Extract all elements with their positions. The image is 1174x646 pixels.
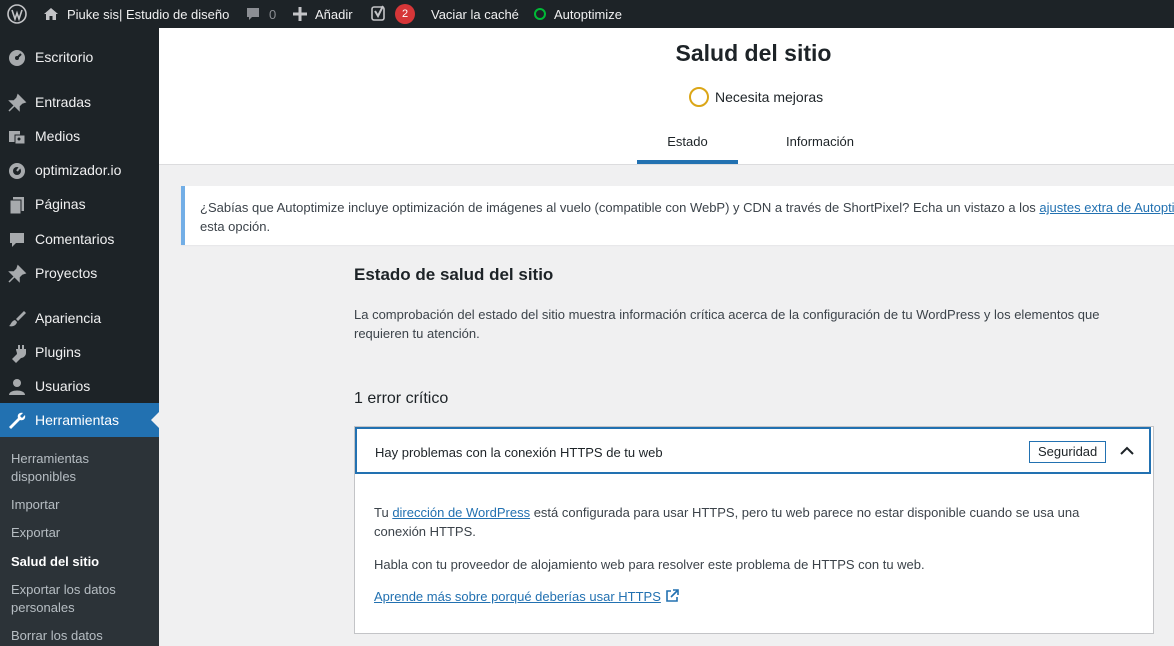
gauge-icon [7,161,27,181]
issue-paragraph-3: Aprende más sobre porqué deberías usar H… [374,587,1114,608]
tab-label: Estado [667,134,708,149]
sidebar-item-entradas[interactable]: Entradas [0,85,159,119]
sidebar-item-label: optimizador.io [35,162,122,178]
issue-paragraph-2: Habla con tu proveedor de alojamiento we… [374,557,925,572]
sidebar-item-plugins[interactable]: Plugins [0,335,159,369]
sidebar-item-medios[interactable]: Medios [0,119,159,153]
notice-link[interactable]: ajustes extra de Autoptimize [1039,200,1174,215]
submenu-item-borrar-datos[interactable]: Borrar los datos [11,627,151,645]
pin-icon [7,264,27,284]
learn-more-label: Aprende más sobre porqué deberías usar H… [374,589,661,604]
plus-icon [293,7,307,21]
comment-bubble-icon [245,6,261,22]
tools-submenu: Herramientas disponibles Importar Export… [0,437,159,646]
pin-icon [7,93,27,113]
comment-icon [7,230,27,250]
status-dot-icon [534,8,546,20]
sidebar-item-label: Comentarios [35,231,115,247]
section-title: Estado de salud del sitio [354,265,554,284]
health-status: Necesita mejoras [689,87,823,107]
sidebar-item-label: Proyectos [35,265,98,281]
comments-link[interactable]: 0 [245,0,276,28]
comments-count: 0 [269,6,277,22]
admin-bar: Piuke sis| Estudio de diseño 0 Añadir 2 … [0,0,1174,28]
sidebar-item-escritorio[interactable]: Escritorio [0,40,159,74]
submenu-item-exportar[interactable]: Exportar [11,524,151,542]
issue-paragraph-1: Tu dirección de WordPress está configura… [374,503,1114,541]
purge-cache-link[interactable]: Vaciar la caché [431,0,519,28]
sidebar-item-usuarios[interactable]: Usuarios [0,369,159,403]
site-health-header: Salud del sitio Necesita mejoras Estado … [159,28,1174,165]
site-name-link[interactable]: Piuke sis| Estudio de diseño [43,0,229,28]
yoast-icon [371,5,389,23]
chevron-up-icon [1119,443,1135,459]
site-name: Piuke sis| Estudio de diseño [67,6,230,22]
issue-accordion-trigger[interactable]: Hay problemas con la conexión HTTPS de t… [355,427,1151,474]
submenu-item-herramientas-disponibles[interactable]: Herramientas disponibles [11,450,151,486]
wordpress-logo-icon[interactable] [7,0,27,28]
section-description: La comprobación del estado del sitio mue… [354,307,1100,341]
sidebar-item-label: Plugins [35,344,81,360]
sidebar-item-paginas[interactable]: Páginas [0,187,159,221]
issue-accordion: Hay problemas con la conexión HTTPS de t… [354,426,1154,634]
add-new-label: Añadir [315,6,353,22]
tab-estado[interactable]: Estado [637,128,738,164]
plugin-icon [7,343,27,363]
purge-cache-label: Vaciar la caché [431,6,519,22]
sidebar-item-label: Entradas [35,94,92,110]
notice-tail: esta opción. [200,219,271,234]
critical-issues-heading: 1 error crítico [354,390,449,407]
tab-label: Información [786,134,854,149]
brush-icon [7,309,27,329]
sidebar-item-label: Apariencia [35,310,102,326]
sidebar-item-label: Herramientas [35,412,120,428]
user-icon [7,377,27,397]
issue-category-badge: Seguridad [1029,441,1107,463]
sidebar-item-optimizador[interactable]: optimizador.io [0,153,159,187]
external-link-icon [665,589,679,608]
autoptimize-link[interactable]: Autoptimize [534,0,622,28]
submenu-item-salud-del-sitio[interactable]: Salud del sitio [11,553,151,571]
submenu-item-exportar-datos[interactable]: Exportar los datos personales [11,581,151,617]
yoast-link[interactable]: 2 [371,0,415,28]
issue-title: Hay problemas con la conexión HTTPS de t… [375,445,663,460]
sidebar-item-label: Escritorio [35,49,94,65]
autoptimize-label: Autoptimize [554,6,622,22]
sidebar-item-label: Usuarios [35,378,91,394]
sidebar-item-label: Medios [35,128,81,144]
dashboard-icon [7,48,27,68]
tab-informacion[interactable]: Información [769,128,871,163]
wrench-icon [7,411,27,431]
autoptimize-notice: ¿Sabías que Autoptimize incluye optimiza… [181,186,1174,245]
yoast-count-badge: 2 [395,4,415,24]
issue-text: Tu [374,505,393,520]
health-status-label: Necesita mejoras [715,89,824,105]
sidebar-item-proyectos[interactable]: Proyectos [0,256,159,290]
submenu-item-importar[interactable]: Importar [11,496,151,514]
learn-more-link[interactable]: Aprende más sobre porqué deberías usar H… [374,589,661,604]
admin-sidebar: Escritorio Entradas Medios optimizador.i… [0,28,159,646]
pages-icon [7,195,27,215]
sidebar-item-label: Páginas [35,196,86,212]
page-title: Salud del sitio [675,40,832,66]
sidebar-item-herramientas[interactable]: Herramientas [0,403,159,437]
home-icon [43,6,59,22]
sidebar-item-comentarios[interactable]: Comentarios [0,222,159,256]
wordpress-address-link[interactable]: dirección de WordPress [392,505,530,520]
add-new-link[interactable]: Añadir [293,0,353,28]
sidebar-item-apariencia[interactable]: Apariencia [0,301,159,335]
notice-body: ¿Sabías que Autoptimize incluye optimiza… [200,200,1040,215]
status-ring-icon [689,87,709,107]
media-icon [7,127,27,147]
notice-text: ¿Sabías que Autoptimize incluye optimiza… [200,198,1174,236]
